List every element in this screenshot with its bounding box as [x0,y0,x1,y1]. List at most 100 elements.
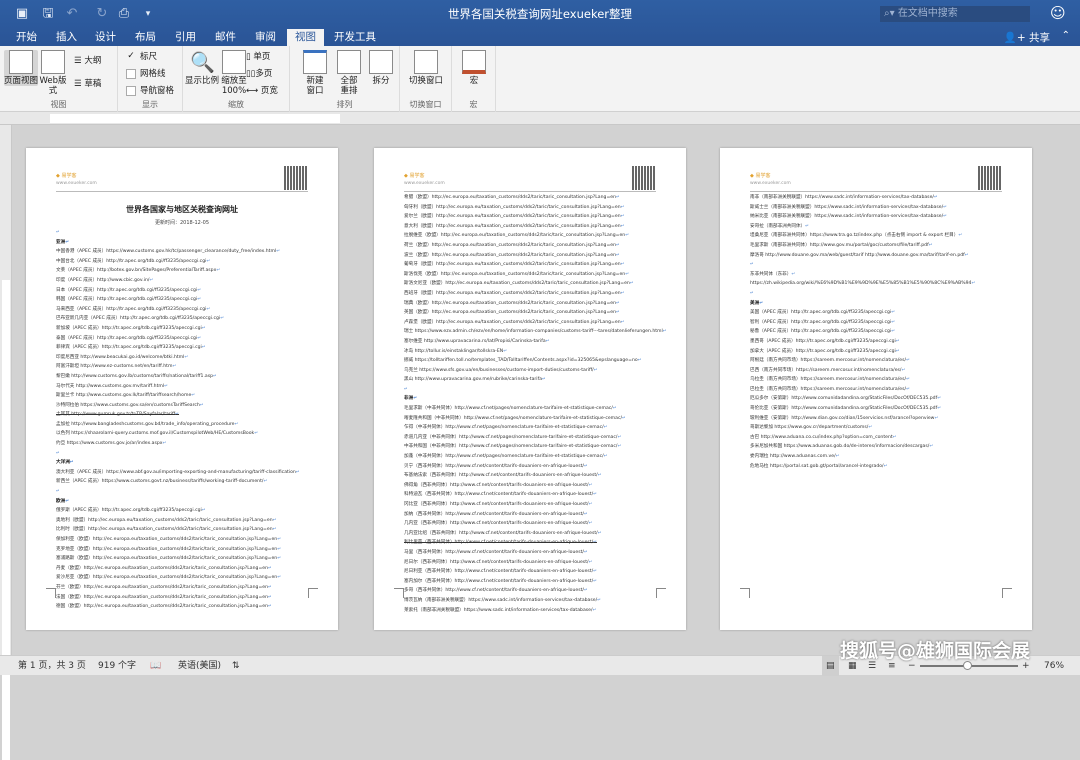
document-line: 危地马拉 https://portal.sat.gob.gt/portal/ar… [750,462,1012,472]
new-window-button[interactable]: 新建窗口 [298,50,332,96]
logo: ◆ 易学客 www.exueker.com [404,173,445,186]
page-body: 希腊（欧盟）http://ec.europa.eu/taxation_custo… [404,193,666,615]
switch-windows-button[interactable]: 切换窗口 [404,50,448,86]
page-count[interactable]: 第 1 页，共 3 页 [18,656,86,676]
document-line: 新加坡（APEC 成员）http://tr.apec.org/tdb.cgi/f… [56,324,318,334]
tab-references[interactable]: 引用 [169,29,202,46]
arrange-all-button[interactable]: 全部重排 [332,50,366,96]
tab-layout[interactable]: 布局 [129,29,162,46]
print-layout-view-icon[interactable]: ▤ [822,656,839,676]
horizontal-ruler[interactable] [0,112,1080,125]
page-width-label: 页宽 [260,86,278,96]
update-date: 更新时间：2018-12-05 [154,220,210,226]
document-line: 阿根廷（南方共同市场）https://sareem.mercosur.int/n… [750,356,1012,366]
outline-button[interactable]: ☰ 大纲 [74,54,101,68]
document-line: 沙特阿拉伯 https://www.customs.gov.sa/en/cust… [56,401,318,411]
document-line: 卢森堡（欧盟）http://ec.europa.eu/taxation_cust… [404,318,666,328]
tab-insert[interactable]: 插入 [50,29,83,46]
tab-view[interactable]: 视图 [287,29,324,46]
document-line: 欧洲 [56,497,318,507]
multiple-pages-button[interactable]: ▯▯多页 [246,67,272,81]
switch-windows-label: 切换窗口 [408,76,443,86]
document-line: 泰国（APEC 成员）http://tr.apec.org/tdb.cgi/ff… [56,334,318,344]
document-line: 俄罗斯（APEC 成员）http://tr.apec.org/tdb.cgi/f… [56,506,318,516]
document-line: 拉脱维亚（欧盟）http://ec.europa.eu/taxation_cus… [404,231,666,241]
draft-label: 草稿 [84,79,102,89]
document-line: 厄瓜多尔（安第斯）http://www.comunidadandina.org/… [750,394,1012,404]
draft-button[interactable]: ☰ 草稿 [74,77,101,91]
vertical-ruler[interactable] [0,125,12,760]
tab-design[interactable]: 设计 [89,29,122,46]
document-line: 科特迪瓦（西非共同体）http://www.cf.net/content/tar… [404,490,666,500]
page-width-button[interactable]: ⟷ 页宽 [246,84,278,98]
document-line: 荷兰（欧盟）http://ec.europa.eu/taxation_custo… [404,241,666,251]
macros-button[interactable]: 宏 [457,50,491,86]
page-view-button[interactable]: 页面视图 [4,50,38,86]
document-line: 巴西（南方共同市场）https://sareem.mercosur.int/no… [750,366,1012,376]
document-line: 毛里求斯（中非共同体）http://www.cf.net/pages/nomen… [404,404,666,414]
web-view-icon [41,50,65,74]
document-line: 毛里求斯（南部非洲共同体）http://www.gov.mu/portal/go… [750,241,1012,251]
document-line: 布基纳法索（西非共同体）http://www.cf.net/content/ta… [404,471,666,481]
document-line: 阿富汗斯坦 http://www.ez-customs.net/en/tarif… [56,362,318,372]
document-line: 智利（APEC 成员）http://tr.apec.org/tdb.cgi/ff… [750,318,1012,328]
group-label-window: 切换窗口 [409,100,442,109]
language[interactable]: 英语(美国) [178,656,221,676]
collapse-ribbon-icon[interactable]: ⌃ [1062,30,1070,41]
document-line: 乌拉圭（南方共同市场）https://sareem.mercosur.int/n… [750,375,1012,385]
tab-review[interactable]: 审阅 [249,29,282,46]
share-label: 共享 [1029,32,1050,44]
gridlines-checkbox[interactable]: 网格线 [126,67,166,81]
document-page-3[interactable]: ◆ 易学客 www.exueker.com 南非（南部非洲关税联盟）https:/… [720,148,1032,630]
document-line: 葡萄牙（欧盟）http://ec.europa.eu/taxation_cust… [404,260,666,270]
search-input[interactable]: ⌕▾ 在文档中搜索 [880,6,1030,22]
feedback-smiley-icon[interactable]: ☺ [1050,4,1066,22]
document-line: 马来西亚（APEC 成员）http://tr.apec.org/tdb.cgi/… [56,305,318,315]
document-line: 乌克兰 https://www.sfs.gov.ua/en/businesses… [404,366,666,376]
group-arrange: 新建窗口 全部重排 拆分 排列 [290,46,400,112]
document-page-2[interactable]: ◆ 易学客 www.exueker.com 希腊（欧盟）http://ec.eur… [374,148,686,630]
document-line: 安哥拉（南部非洲共同体） [750,222,1012,232]
document-line: 土耳其 http://www.gumruk.gov.tr/tr-TR/Sayfa… [56,410,318,420]
document-line: 塞尔维亚 http://www.upravacarina.rs/lat/Prop… [404,337,666,347]
new-window-icon [303,50,327,74]
tab-home[interactable]: 开始 [10,29,43,46]
split-label: 拆分 [372,76,390,86]
group-label-zoom: 缩放 [228,100,244,109]
tab-mailings[interactable]: 邮件 [209,29,242,46]
document-page-1[interactable]: ◆ 易学客 www.exueker.com 世界各国家与地区关税查询网址 更新时间… [26,148,338,630]
group-macros: 宏 宏 [452,46,496,112]
document-line: 利比里亚（西非共同体）http://www.cf.net/content/tar… [404,538,666,548]
document-line: 玻利维亚（安第斯）http://www.dian.gov.co/dian/15s… [750,414,1012,424]
web-view-button[interactable]: Web版式 [36,50,70,96]
tab-developer[interactable]: 开发工具 [328,29,382,46]
share-button[interactable]: 👤+ 共享 [1004,30,1050,45]
group-label-macros: 宏 [469,100,478,109]
ruler-checkbox[interactable]: ✓ 标尺 [126,50,157,64]
document-line: 墨西哥（APEC 成员）http://tr.apec.org/tdb.cgi/f… [750,337,1012,347]
nav-pane-checkbox[interactable]: 导航窗格 [126,84,174,98]
document-line: 瑞士 https://www.ezv.admin.ch/ezv/en/home/… [404,327,666,337]
document-line: 尼日尔（西非共同体）http://www.cf.net/content/tari… [404,558,666,568]
split-button[interactable]: 拆分 [364,50,398,86]
one-page-button[interactable]: ▯ 单页 [246,50,270,64]
word-count[interactable]: 919 个字 [98,656,136,676]
document-line: 加拿大（APEC 成员）http://tr.apec.org/tdb.cgi/f… [750,347,1012,357]
page-view-label: 页面视图 [4,76,39,86]
zoom-label: 显示比例 [185,76,220,86]
track-changes-icon[interactable]: ⇅ [232,656,240,676]
arrange-all-label: 全部重排 [340,76,358,96]
document-line: 西班牙（欧盟）http://ec.europa.eu/taxation_cust… [404,289,666,299]
proofing-icon[interactable]: 📖 [150,656,161,676]
logo: ◆ 易学客 www.exueker.com [750,173,791,186]
switch-windows-icon [414,50,438,74]
document-line: 马里（西非共同体）http://www.cf.net/content/tarif… [404,548,666,558]
document-line: 法国（欧盟）http://ec.europa.eu/taxation_custo… [56,593,318,603]
document-line: 哥斯达黎加 https://www.gov.cr/department/cust… [750,423,1012,433]
qr-code [978,166,1002,190]
zoom-percent[interactable]: 76% [1044,656,1064,676]
zoom-button[interactable]: 🔍 显示比例 [185,50,219,86]
document-line: 乍得（中非共同体）http://www.cf.net/pages/nomencl… [404,423,666,433]
document-line: 爱沙尼亚（欧盟）http://ec.europa.eu/taxation_cus… [56,573,318,583]
document-line: 塞浦路斯（欧盟）http://ec.europa.eu/taxation_cus… [56,554,318,564]
